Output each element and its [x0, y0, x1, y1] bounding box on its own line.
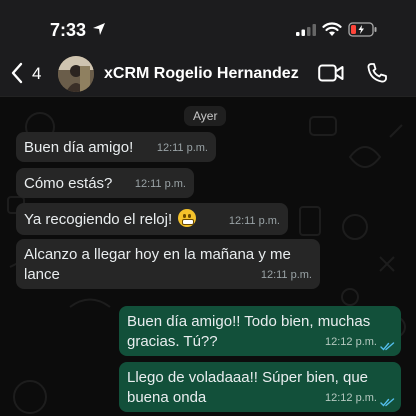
status-bar: 7:33 [0, 0, 416, 52]
location-arrow-icon [93, 23, 105, 35]
video-call-button[interactable] [318, 64, 344, 87]
wifi-icon [322, 22, 342, 36]
message-time: 12:11 p.m. [228, 215, 280, 227]
phone-call-icon [367, 63, 387, 83]
message-time: 12:12 p.m. [325, 336, 377, 348]
message-time: 12:11 p.m. [156, 142, 208, 154]
contact-name[interactable]: xCRM Rogelio Hernandez [104, 65, 299, 83]
cellular-signal-icon [296, 24, 316, 36]
back-button[interactable] [10, 62, 24, 89]
read-receipt-icon [380, 398, 395, 407]
message-bubble-incoming[interactable]: Ya recogiendo el reloj! 12:11 p.m. [16, 203, 288, 235]
date-separator: Ayer [184, 106, 227, 126]
status-time: 7:33 [50, 20, 87, 40]
message-time: 12:12 p.m. [325, 392, 377, 404]
read-receipt-icon [380, 342, 395, 351]
low-battery-icon [348, 22, 377, 37]
message-bubble-incoming[interactable]: Cómo estás? 12:11 p.m. [16, 168, 194, 198]
message-bubble-incoming[interactable]: Alcanzo a llegar hoy en la mañana y me l… [16, 239, 320, 289]
unread-count[interactable]: 4 [32, 64, 41, 84]
avatar[interactable] [58, 56, 94, 92]
message-text: Ya recogiendo el reloj! [24, 211, 173, 228]
video-call-icon [318, 64, 344, 82]
chat-area[interactable]: Ayer Buen día amigo! 12:11 p.m. Cómo est… [0, 97, 416, 416]
grimacing-face-emoji [178, 209, 197, 227]
message-bubble-outgoing[interactable]: Llego de voladaaa!! Súper bien, que buen… [119, 362, 401, 412]
voice-call-button[interactable] [366, 62, 388, 89]
message-time: 12:11 p.m. [260, 269, 312, 281]
chat-header: 4 xCRM Rogelio Hernandez [0, 52, 416, 97]
message-time: 12:11 p.m. [134, 178, 186, 190]
message-bubble-incoming[interactable]: Buen día amigo! 12:11 p.m. [16, 132, 216, 162]
message-bubble-outgoing[interactable]: Buen día amigo!! Todo bien, muchas graci… [119, 306, 401, 356]
chevron-left-icon [11, 62, 23, 84]
